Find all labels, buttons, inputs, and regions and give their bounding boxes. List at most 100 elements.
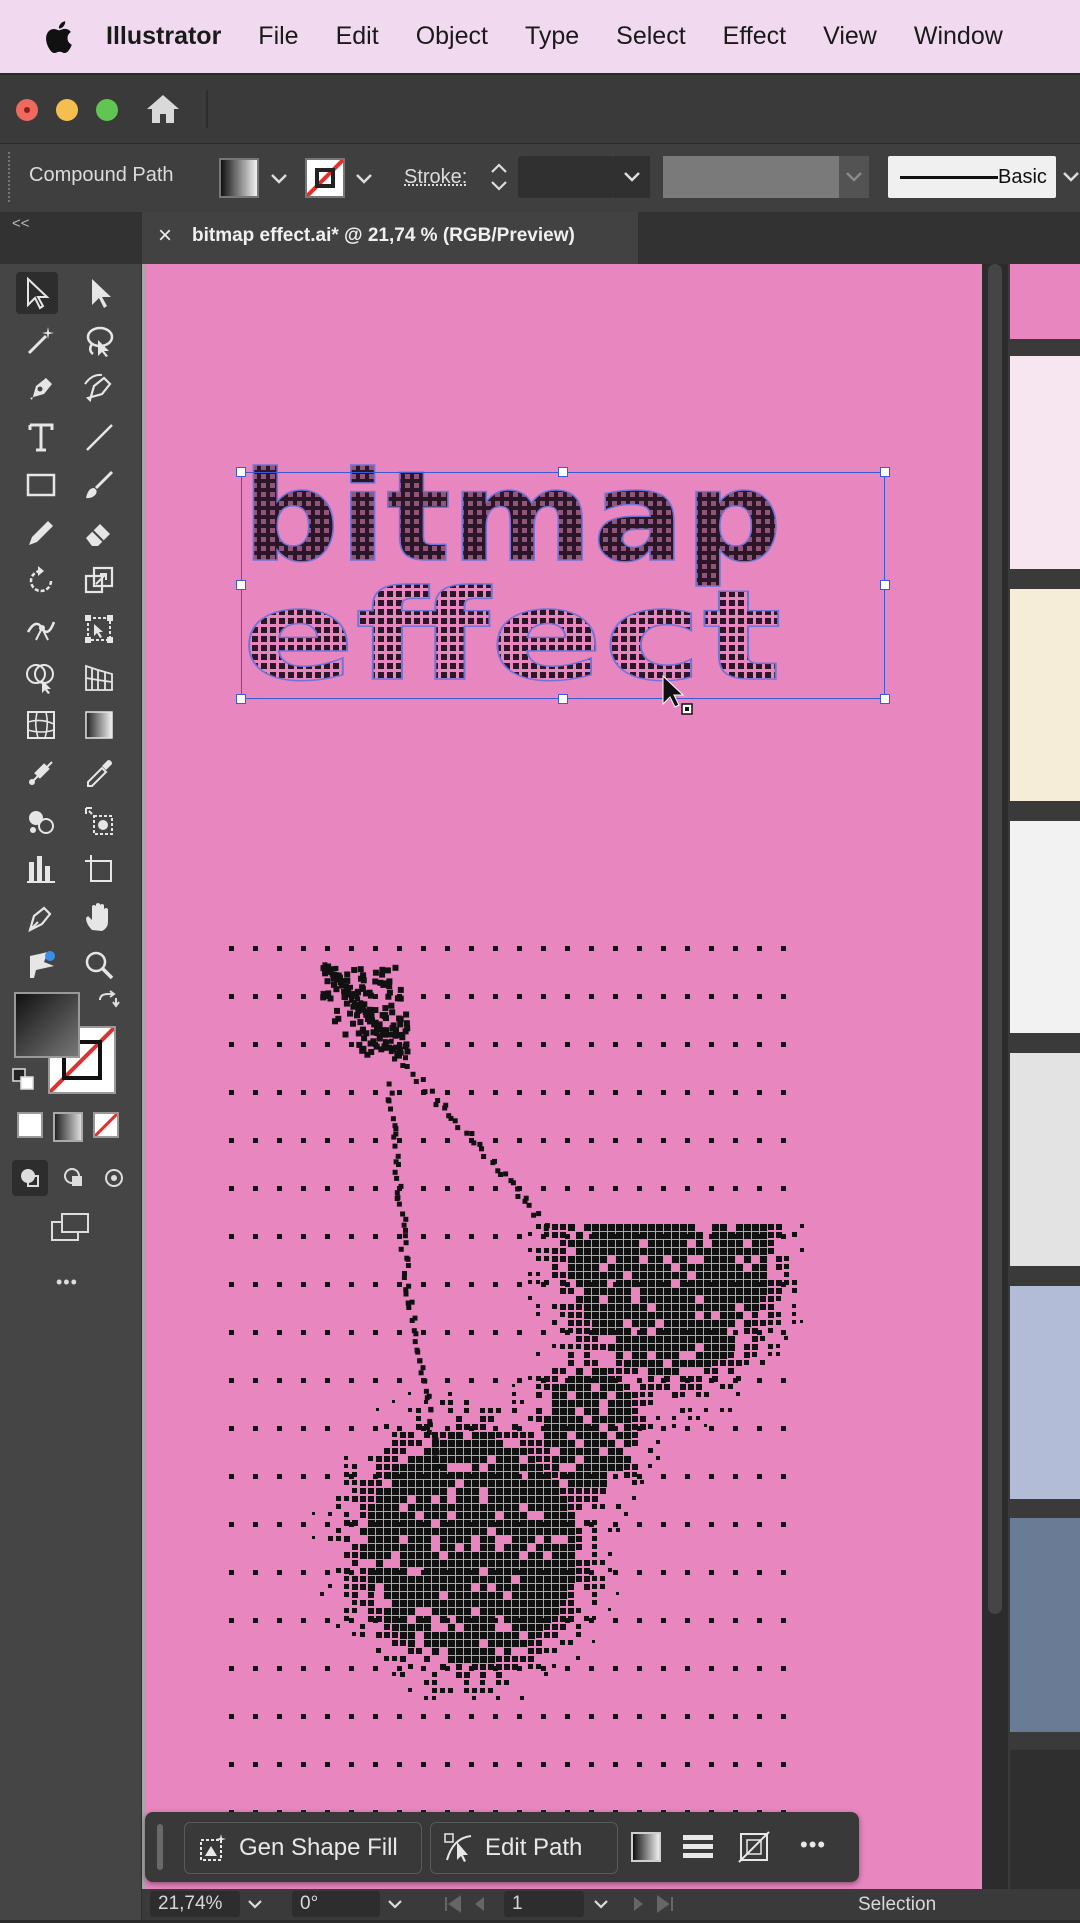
fill-dropdown-chevron-icon[interactable] (265, 162, 293, 194)
gradient-tool-icon[interactable] (78, 704, 120, 746)
brush-dropdown-chevron-icon[interactable] (1060, 156, 1080, 198)
eraser-tool-icon[interactable] (78, 512, 120, 554)
brush-definition-field[interactable]: Basic (888, 156, 1056, 198)
swatch-slate-blue[interactable] (1010, 1518, 1080, 1732)
control-bar-grip[interactable] (8, 152, 14, 202)
zoom-window-button[interactable] (96, 99, 118, 121)
scale-tool-icon[interactable] (78, 560, 120, 602)
menu-edit[interactable]: Edit (336, 22, 379, 51)
home-icon[interactable] (146, 93, 180, 125)
selection-tool-icon[interactable] (16, 272, 58, 314)
zoom-level-field[interactable]: 21,74% (150, 1891, 240, 1917)
zoom-dropdown-chevron-icon[interactable] (242, 1891, 268, 1917)
next-artboard-icon[interactable] (628, 1893, 648, 1915)
fill-color-box[interactable] (14, 992, 80, 1058)
default-fill-stroke-icon[interactable] (12, 1068, 36, 1092)
menu-select[interactable]: Select (616, 22, 685, 51)
document-tab[interactable]: × bitmap effect.ai* @ 21,74 % (RGB/Previ… (142, 212, 638, 264)
color-mode-button[interactable] (17, 1112, 43, 1138)
mesh-tool-icon[interactable] (20, 704, 62, 746)
fill-color-swatch[interactable] (219, 158, 259, 198)
hand-tool-icon[interactable] (78, 896, 120, 938)
artboard[interactable]: bitmap effect (146, 264, 982, 1889)
stroke-weight-field[interactable] (518, 156, 614, 198)
handle-bottom-right[interactable] (880, 694, 890, 704)
menu-object[interactable]: Object (416, 22, 488, 51)
swap-fill-stroke-icon[interactable] (96, 990, 122, 1016)
edit-path-button[interactable]: Edit Path (430, 1822, 618, 1874)
swatch-light-pink[interactable] (1010, 356, 1080, 569)
swatch-cream[interactable] (1010, 589, 1080, 801)
line-segment-tool-icon[interactable] (78, 416, 120, 458)
slice-tool-icon[interactable] (78, 800, 120, 842)
collapse-panels-icon[interactable]: << (12, 215, 30, 232)
menu-file[interactable]: File (258, 22, 298, 51)
rotation-field[interactable]: 0° (292, 1891, 380, 1917)
rotation-dropdown-chevron-icon[interactable] (382, 1891, 408, 1917)
swatch-pink[interactable] (1010, 264, 1080, 339)
change-screen-mode-icon[interactable] (48, 1210, 92, 1244)
shape-builder-tool-icon[interactable] (20, 656, 62, 698)
close-window-button[interactable] (16, 99, 38, 121)
pen-variant-tool-icon[interactable] (20, 896, 62, 938)
stroke-weight-dropdown-chevron-icon[interactable] (614, 156, 650, 198)
type-tool-icon[interactable] (20, 416, 62, 458)
menu-view[interactable]: View (823, 22, 877, 51)
first-artboard-icon[interactable] (442, 1893, 466, 1915)
draw-normal-icon[interactable] (12, 1160, 48, 1196)
pencil-tool-icon[interactable] (20, 512, 62, 554)
menu-app-illustrator[interactable]: Illustrator (106, 22, 221, 51)
last-artboard-icon[interactable] (652, 1893, 676, 1915)
curvature-tool-icon[interactable] (78, 368, 120, 410)
artboard-tool-icon[interactable] (78, 848, 120, 890)
handle-top-left[interactable] (236, 467, 246, 477)
none-mode-button[interactable] (93, 1112, 119, 1138)
menu-effect[interactable]: Effect (723, 22, 786, 51)
blend-tool-icon[interactable] (20, 752, 62, 794)
pen-tool-icon[interactable] (20, 368, 62, 410)
handle-middle-right[interactable] (880, 580, 890, 590)
artboard-dropdown-chevron-icon[interactable] (588, 1891, 614, 1917)
stroke-weight-stepper-icon[interactable] (484, 156, 514, 198)
handle-bottom-center[interactable] (558, 694, 568, 704)
swatch-light-blue[interactable] (1010, 1286, 1080, 1499)
swatch-light-gray[interactable] (1010, 1053, 1080, 1266)
apple-icon[interactable] (38, 20, 78, 54)
selection-bounding-box[interactable] (241, 472, 885, 699)
magic-wand-tool-icon[interactable] (20, 320, 62, 362)
menu-window[interactable]: Window (914, 22, 1003, 51)
menu-type[interactable]: Type (525, 22, 579, 51)
rotate-tool-icon[interactable] (20, 560, 62, 602)
edit-toolbar-more-icon[interactable]: ••• (56, 1272, 78, 1293)
stroke-label[interactable]: Stroke: (404, 166, 467, 189)
lasso-tool-icon[interactable] (78, 320, 120, 362)
gen-shape-fill-button[interactable]: Gen Shape Fill (184, 1822, 422, 1874)
stroke-none-swatch[interactable] (305, 158, 345, 198)
gradient-mode-button[interactable] (53, 1112, 83, 1142)
handle-middle-left[interactable] (236, 580, 246, 590)
paintbrush-tool-icon[interactable] (78, 464, 120, 506)
handle-top-center[interactable] (558, 467, 568, 477)
vertical-scrollbar[interactable] (982, 264, 1008, 1889)
halftone-cherry-artwork[interactable] (146, 824, 982, 1864)
swatch-off-white[interactable] (1010, 821, 1080, 1033)
canvas-area[interactable]: bitmap effect (142, 264, 982, 1889)
symbol-sprayer-tool-icon[interactable] (20, 800, 62, 842)
clipping-mask-icon[interactable] (737, 1830, 771, 1864)
handle-bottom-left[interactable] (236, 694, 246, 704)
rectangle-tool-icon[interactable] (20, 464, 62, 506)
puppet-warp-tool-icon[interactable] (20, 944, 62, 986)
minimize-window-button[interactable] (56, 99, 78, 121)
perspective-grid-tool-icon[interactable] (78, 656, 120, 698)
variable-width-profile-field[interactable] (663, 156, 839, 198)
artboard-number-field[interactable]: 1 (504, 1891, 584, 1917)
stroke-dropdown-chevron-icon[interactable] (350, 162, 378, 194)
width-tool-icon[interactable] (20, 608, 62, 650)
direct-selection-tool-icon[interactable] (80, 272, 122, 314)
scrollbar-thumb[interactable] (988, 264, 1002, 1614)
profile-dropdown-chevron-icon[interactable] (839, 156, 869, 198)
handle-top-right[interactable] (880, 467, 890, 477)
zoom-tool-icon[interactable] (78, 944, 120, 986)
free-transform-tool-icon[interactable] (78, 608, 120, 650)
task-bar-more-icon[interactable]: ••• (800, 1832, 826, 1858)
